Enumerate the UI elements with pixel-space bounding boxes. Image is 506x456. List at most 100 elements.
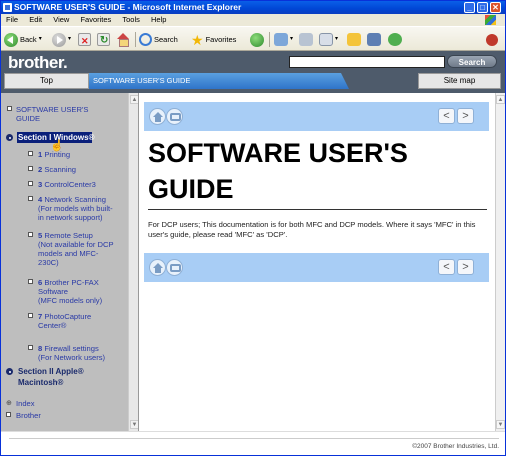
- site-search-button[interactable]: Search: [447, 55, 497, 68]
- research-button[interactable]: [367, 31, 381, 48]
- page-footer: ©2007 Brother Industries, Ltd.: [1, 431, 505, 455]
- scroll-down-icon[interactable]: ▼: [130, 420, 138, 429]
- toc-guide-link[interactable]: SOFTWARE USER'S GUIDE: [16, 105, 126, 123]
- toc-item-4[interactable]: 4 Network Scanning (For models with buil…: [38, 195, 130, 222]
- back-arrow-icon: [4, 32, 18, 47]
- home-button[interactable]: [116, 31, 130, 48]
- toolbar-separator: [269, 32, 270, 47]
- refresh-icon: [97, 32, 110, 49]
- nav-band-bottom: < >: [144, 253, 489, 282]
- toc-sidebar: SOFTWARE USER'S GUIDE Section I Windows®…: [1, 93, 139, 431]
- folder-button[interactable]: [347, 31, 361, 48]
- menu-view[interactable]: View: [53, 15, 69, 24]
- bullet-icon: [28, 181, 33, 186]
- mail-icon: [274, 33, 288, 46]
- bullet-icon: [28, 279, 33, 284]
- toc-brother-link[interactable]: Brother: [16, 411, 41, 420]
- next-page-button[interactable]: >: [457, 259, 474, 275]
- dropdown-arrow-icon: ▾: [290, 36, 294, 42]
- page-title: SOFTWARE USER'S GUIDE: [148, 138, 408, 204]
- prev-page-button[interactable]: <: [438, 108, 455, 124]
- edit-button[interactable]: ▾: [319, 31, 338, 48]
- minimize-button[interactable]: _: [464, 2, 475, 13]
- refresh-button[interactable]: [97, 31, 110, 49]
- prev-page-button[interactable]: <: [438, 259, 455, 275]
- index-expand-icon: ⊕: [6, 400, 12, 407]
- menu-tools[interactable]: Tools: [122, 15, 140, 24]
- browser-window: SOFTWARE USER'S GUIDE - Microsoft Intern…: [0, 0, 506, 456]
- bullet-icon: [7, 106, 12, 111]
- history-button[interactable]: [250, 31, 264, 48]
- search-icon: [139, 33, 152, 46]
- menu-edit[interactable]: Edit: [29, 15, 42, 24]
- forward-arrow-icon: [52, 32, 66, 47]
- addon-icon: [486, 33, 498, 46]
- copyright-text: ©2007 Brother Industries, Ltd.: [412, 443, 499, 450]
- main-scrollbar[interactable]: ▲ ▼: [495, 93, 505, 431]
- toc-item-1[interactable]: 1 Printing: [38, 150, 128, 159]
- ie-icon: [3, 3, 12, 12]
- title-bar: SOFTWARE USER'S GUIDE - Microsoft Intern…: [1, 1, 505, 14]
- home-icon[interactable]: [149, 108, 166, 125]
- next-page-button[interactable]: >: [457, 108, 474, 124]
- scroll-up-icon[interactable]: ▲: [130, 95, 138, 104]
- brother-logo: brother.: [8, 53, 68, 72]
- print-icon: [299, 33, 313, 46]
- scroll-up-icon[interactable]: ▲: [496, 95, 505, 104]
- stop-button[interactable]: [78, 31, 91, 50]
- folder-icon: [347, 33, 361, 46]
- bullet-icon: [28, 151, 33, 156]
- site-header: brother. Search Top SOFTWARE USER'S GUID…: [1, 51, 505, 93]
- edit-icon: [319, 33, 333, 46]
- menu-help[interactable]: Help: [151, 15, 166, 24]
- toc-index-link[interactable]: Index: [16, 399, 35, 408]
- toc-item-2[interactable]: 2 Scanning: [38, 165, 128, 174]
- back-label: Back: [20, 35, 37, 44]
- sidebar-scrollbar[interactable]: ▲ ▼: [128, 93, 138, 431]
- mail-button[interactable]: ▾: [274, 31, 293, 48]
- main-content: < > SOFTWARE USER'S GUIDE For DCP users;…: [140, 93, 495, 431]
- scroll-down-icon[interactable]: ▼: [496, 420, 505, 429]
- bullet-icon: [28, 166, 33, 171]
- toc-item-6[interactable]: 6 Brother PC-FAX Software (MFC models on…: [38, 278, 130, 305]
- toolbar: Back ▾ ▾ Search ★ Favorites ▾ ▾: [1, 26, 505, 51]
- toc-item-5[interactable]: 5 Remote Setup (Not available for DCP mo…: [38, 231, 130, 267]
- tab-site-map[interactable]: Site map: [418, 73, 501, 89]
- tab-top[interactable]: Top: [4, 73, 89, 89]
- print-button[interactable]: [299, 31, 313, 48]
- book-icon[interactable]: [166, 108, 183, 125]
- search-label: Search: [154, 35, 178, 44]
- section-open-icon: [6, 134, 13, 141]
- tab-software-users-guide[interactable]: SOFTWARE USER'S GUIDE: [89, 73, 349, 89]
- home-icon[interactable]: [149, 259, 166, 276]
- toc-item-8[interactable]: 8 Firewall settings (For Network users): [38, 344, 130, 362]
- favorites-label: Favorites: [205, 35, 237, 44]
- bullet-icon: [28, 313, 33, 318]
- maximize-button[interactable]: □: [477, 2, 488, 13]
- site-search-input[interactable]: [289, 56, 445, 68]
- back-button[interactable]: Back ▾: [4, 31, 42, 48]
- nav-band-top: < >: [144, 102, 489, 131]
- close-button[interactable]: ✕: [490, 2, 501, 13]
- dropdown-arrow-icon: ▾: [335, 36, 339, 42]
- history-icon: [250, 32, 264, 47]
- book-icon[interactable]: [166, 259, 183, 276]
- addon-button[interactable]: [486, 31, 498, 48]
- menu-bar: File Edit View Favorites Tools Help: [1, 14, 505, 26]
- toc-item-7[interactable]: 7 PhotoCapture Center®: [38, 312, 130, 330]
- messenger-button[interactable]: [388, 31, 402, 48]
- menu-file[interactable]: File: [6, 15, 18, 24]
- toc-section-macintosh[interactable]: Section II Apple® Macintosh®: [18, 366, 128, 388]
- search-button[interactable]: Search: [139, 31, 178, 48]
- favorites-button[interactable]: ★ Favorites: [191, 31, 236, 48]
- toolbar-separator: [135, 32, 136, 47]
- menu-favorites[interactable]: Favorites: [80, 15, 111, 24]
- bullet-icon: [6, 412, 11, 417]
- forward-button[interactable]: ▾: [52, 31, 71, 48]
- section-closed-icon: [6, 368, 13, 375]
- site-tabs: Top SOFTWARE USER'S GUIDE Site map: [3, 73, 503, 89]
- windows-logo-icon: [485, 15, 496, 25]
- dropdown-arrow-icon: ▾: [68, 36, 72, 42]
- toc-item-3[interactable]: 3 ControlCenter3: [38, 180, 128, 189]
- bullet-icon: [28, 232, 33, 237]
